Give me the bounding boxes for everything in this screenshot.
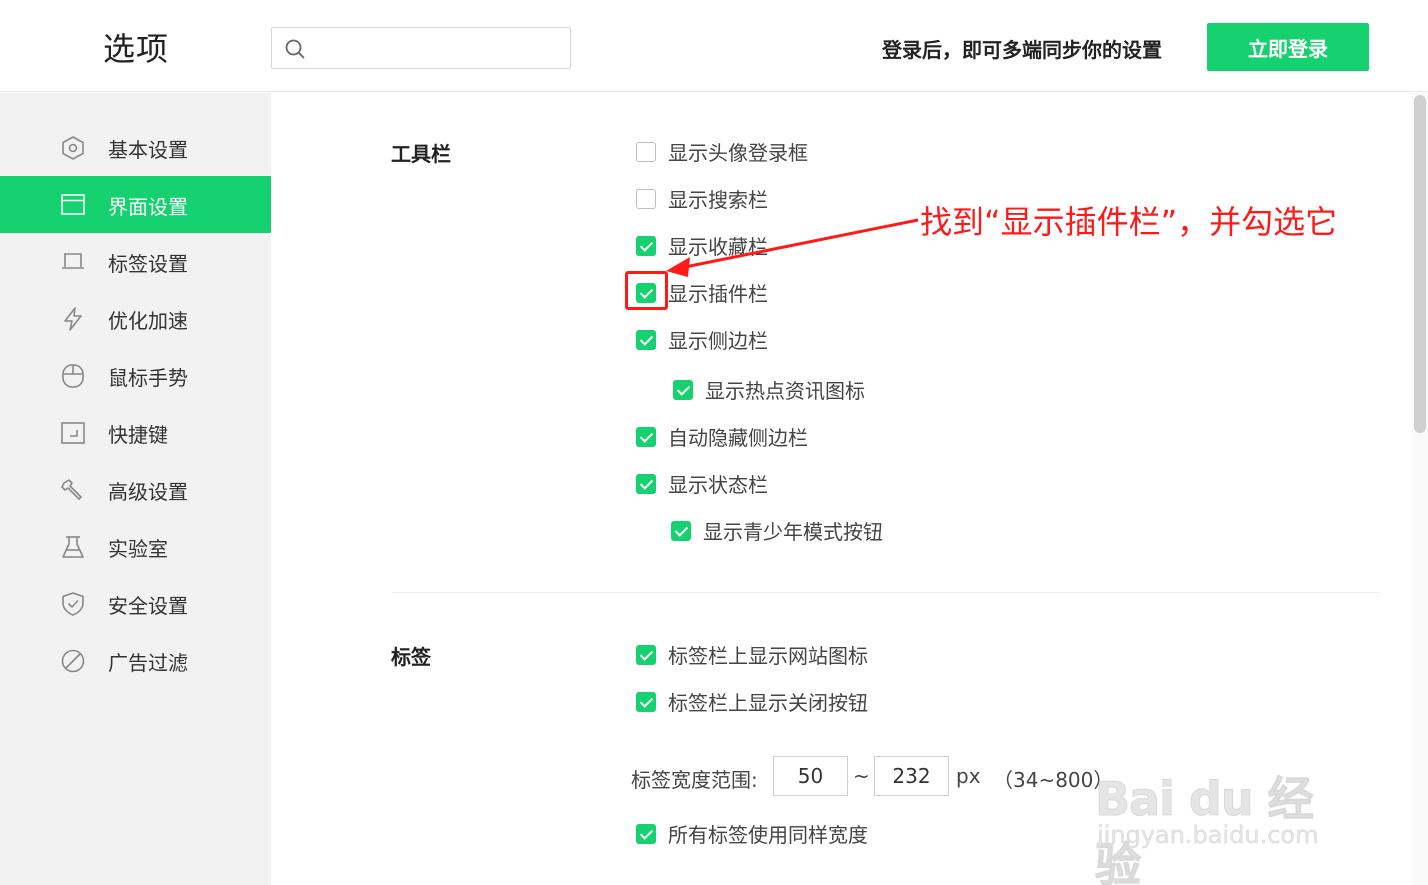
checkbox[interactable] <box>636 235 656 256</box>
unit-label: px <box>956 764 981 788</box>
sidebar-item-basic[interactable]: 基本设置 <box>0 119 271 176</box>
tab-icon <box>62 253 84 269</box>
sidebar-item-mouse-gesture[interactable]: 鼠标手势 <box>0 347 271 404</box>
sidebar-item-label: 实验室 <box>108 537 168 561</box>
search-input[interactable] <box>314 30 564 66</box>
shield-icon <box>62 592 84 616</box>
option-label: 显示状态栏 <box>668 473 768 497</box>
option-tab-show-close-button[interactable]: 标签栏上显示关闭按钮 <box>636 687 868 716</box>
sidebar-item-advanced[interactable]: 高级设置 <box>0 461 271 518</box>
section-divider <box>392 592 1380 593</box>
search-box[interactable] <box>271 27 571 69</box>
checkbox[interactable] <box>636 188 656 209</box>
sidebar-item-label: 鼠标手势 <box>108 366 188 390</box>
sidebar: 基本设置 界面设置 标签设置 优化加速 鼠标手势 快捷键 高级设置 实验室 安全… <box>0 93 271 885</box>
range-separator: ~ <box>853 764 870 788</box>
option-show-avatar-login[interactable]: 显示头像登录框 <box>636 137 808 166</box>
scrollbar-thumb[interactable] <box>1414 95 1426 433</box>
sidebar-item-label: 基本设置 <box>108 138 188 162</box>
wrench-icon <box>61 479 82 500</box>
option-label: 标签栏上显示关闭按钮 <box>668 691 868 715</box>
tab-width-max-input[interactable] <box>874 756 949 796</box>
checkbox[interactable] <box>636 823 656 844</box>
option-label: 显示头像登录框 <box>668 141 808 165</box>
annotation-highlight-box <box>625 271 668 310</box>
checkbox[interactable] <box>636 426 656 447</box>
header-bar: 选项 登录后，即可多端同步你的设置 立即登录 <box>0 0 1428 92</box>
section-title-toolbar: 工具栏 <box>391 142 451 166</box>
sidebar-item-security[interactable]: 安全设置 <box>0 575 271 632</box>
baidu-watermark: Bai du 经验 jingyan.baidu.com <box>1095 735 1355 885</box>
sidebar-item-label: 标签设置 <box>108 252 188 276</box>
login-button[interactable]: 立即登录 <box>1207 23 1369 71</box>
checkbox[interactable] <box>673 379 693 400</box>
login-hint: 登录后，即可多端同步你的设置 <box>882 38 1162 62</box>
sidebar-item-interface[interactable]: 界面设置 <box>0 176 271 233</box>
option-show-status-bar[interactable]: 显示状态栏 <box>636 469 768 498</box>
block-icon <box>61 649 85 673</box>
sidebar-item-speedup[interactable]: 优化加速 <box>0 290 271 347</box>
sidebar-item-label: 优化加速 <box>108 309 188 333</box>
mouse-icon <box>62 364 84 388</box>
option-label: 显示热点资讯图标 <box>705 379 865 403</box>
sidebar-item-label: 界面设置 <box>108 195 188 219</box>
option-label: 标签栏上显示网站图标 <box>668 644 868 668</box>
flask-icon <box>62 536 84 558</box>
window-icon <box>61 194 85 215</box>
option-show-hot-news-icon[interactable]: 显示热点资讯图标 <box>673 375 865 404</box>
option-tab-show-favicon[interactable]: 标签栏上显示网站图标 <box>636 640 868 669</box>
annotation-text: 找到“显示插件栏”，并勾选它 <box>920 203 1338 241</box>
option-label: 显示插件栏 <box>668 282 768 306</box>
sidebar-item-adblock[interactable]: 广告过滤 <box>0 632 271 689</box>
checkbox[interactable] <box>636 691 656 712</box>
checkbox[interactable] <box>636 473 656 494</box>
option-label: 显示收藏栏 <box>668 235 768 259</box>
checkbox[interactable] <box>636 141 656 162</box>
settings-hex-icon <box>62 136 84 160</box>
sidebar-item-label: 安全设置 <box>108 594 188 618</box>
sidebar-item-shortcuts[interactable]: 快捷键 <box>0 404 271 461</box>
option-label: 自动隐藏侧边栏 <box>668 426 808 450</box>
shortcut-icon <box>61 422 85 444</box>
option-show-bookmarks-bar[interactable]: 显示收藏栏 <box>636 231 768 260</box>
option-show-sidebar[interactable]: 显示侧边栏 <box>636 325 768 354</box>
checkbox[interactable] <box>671 520 691 541</box>
page-title: 选项 <box>103 30 170 68</box>
sidebar-item-label: 高级设置 <box>108 480 188 504</box>
checkbox[interactable] <box>636 329 656 350</box>
section-title-tabs: 标签 <box>391 645 431 669</box>
sidebar-item-label: 广告过滤 <box>108 651 188 675</box>
search-icon <box>285 39 305 59</box>
option-show-search-bar[interactable]: 显示搜索栏 <box>636 184 768 213</box>
option-tab-same-width[interactable]: 所有标签使用同样宽度 <box>636 819 868 848</box>
tab-width-min-input[interactable] <box>773 756 848 796</box>
watermark-url: jingyan.baidu.com <box>1097 821 1319 850</box>
lightning-icon <box>64 307 82 331</box>
option-label: 显示青少年模式按钮 <box>703 520 883 544</box>
option-label: 显示侧边栏 <box>668 329 768 353</box>
option-show-teen-mode-button[interactable]: 显示青少年模式按钮 <box>671 516 883 545</box>
checkbox[interactable] <box>636 644 656 665</box>
sidebar-item-lab[interactable]: 实验室 <box>0 518 271 575</box>
sidebar-item-tabs[interactable]: 标签设置 <box>0 233 271 290</box>
option-auto-hide-sidebar[interactable]: 自动隐藏侧边栏 <box>636 422 808 451</box>
option-label: 所有标签使用同样宽度 <box>668 823 868 847</box>
option-label: 显示搜索栏 <box>668 188 768 212</box>
tab-width-label: 标签宽度范围: <box>631 768 758 792</box>
sidebar-item-label: 快捷键 <box>108 423 168 447</box>
